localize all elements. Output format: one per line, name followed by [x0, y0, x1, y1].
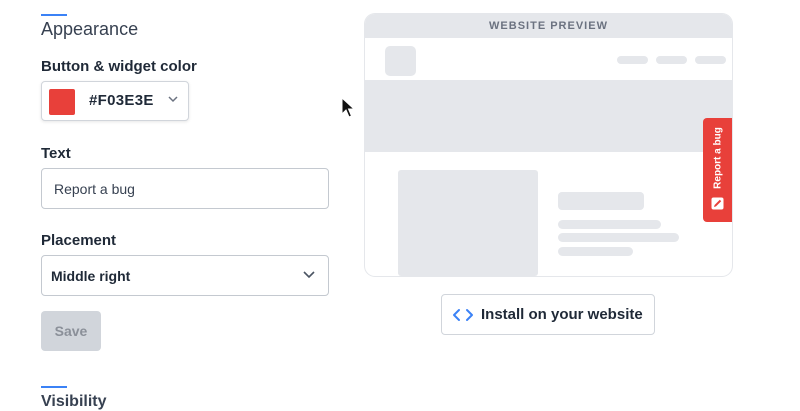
- placeholder-hero: [365, 80, 732, 152]
- placeholder-text-line: [558, 233, 679, 242]
- report-bug-widget-tab[interactable]: Report a bug: [703, 118, 732, 222]
- website-preview: WEBSITE PREVIEW: [365, 14, 732, 276]
- color-picker[interactable]: #F03E3E: [41, 81, 189, 121]
- install-on-website-button[interactable]: Install on your website: [441, 294, 655, 335]
- placeholder-logo: [385, 46, 416, 76]
- report-bug-tab-label: Report a bug: [712, 127, 723, 189]
- placement-field-label: Placement: [41, 232, 117, 249]
- placement-select[interactable]: Middle right: [41, 255, 329, 296]
- placeholder-nav-item: [617, 56, 648, 64]
- section-title-visibility: Visibility: [41, 393, 107, 410]
- color-field-label: Button & widget color: [41, 58, 197, 75]
- color-swatch[interactable]: [49, 89, 75, 115]
- widget-text-input[interactable]: [41, 168, 329, 209]
- section-title-appearance: Appearance: [41, 19, 139, 39]
- color-hex-value: #F03E3E: [89, 92, 154, 109]
- pencil-icon: [711, 197, 724, 210]
- placeholder-image: [398, 170, 538, 276]
- code-icon: [453, 309, 473, 321]
- mouse-cursor-icon: [341, 97, 355, 118]
- chevron-down-icon: [168, 96, 178, 103]
- placeholder-heading: [558, 192, 644, 210]
- placeholder-text-line: [558, 220, 661, 229]
- placeholder-nav-item: [656, 56, 687, 64]
- save-button[interactable]: Save: [41, 311, 101, 351]
- placeholder-nav-item: [695, 56, 726, 64]
- section-accent-line: [41, 386, 67, 388]
- placement-selected-value: Middle right: [51, 268, 131, 284]
- text-field-label: Text: [41, 145, 71, 162]
- placeholder-text-line: [558, 247, 633, 256]
- preview-header: WEBSITE PREVIEW: [365, 14, 732, 38]
- install-button-label: Install on your website: [481, 306, 643, 323]
- chevron-down-icon: [303, 271, 315, 279]
- section-accent-line: [41, 14, 67, 16]
